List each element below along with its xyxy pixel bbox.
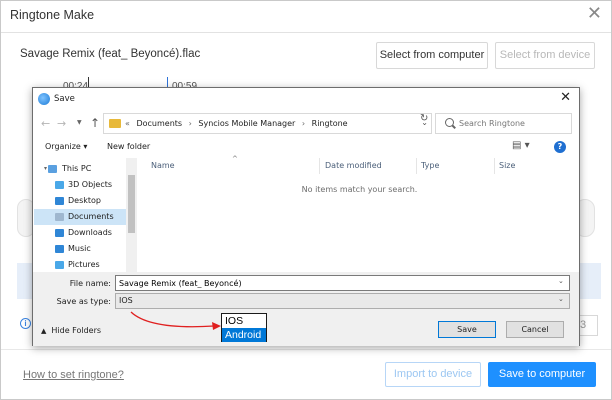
import-to-device-button[interactable]: Import to device xyxy=(385,362,481,387)
dialog-toolbar: Organize ▾ New folder ▤ ▾ ? xyxy=(33,138,579,158)
chevron-down-icon[interactable]: ▼ xyxy=(77,119,82,126)
breadcrumb-item-ringtone[interactable]: Ringtone xyxy=(312,119,348,128)
tree-item-3d-objects[interactable]: 3D Objects xyxy=(34,177,130,193)
dialog-titlebar: Save ✕ xyxy=(33,88,579,110)
close-icon[interactable]: ✕ xyxy=(587,3,602,24)
empty-message: No items match your search. xyxy=(301,185,418,194)
tree-item-label: Music xyxy=(68,244,91,253)
file-name-label: File name: xyxy=(69,279,111,288)
refresh-icon[interactable]: ↻ xyxy=(420,113,428,124)
column-divider[interactable] xyxy=(416,158,417,174)
search-icon xyxy=(445,118,454,127)
sort-indicator-icon: ^ xyxy=(232,155,238,163)
save-as-type-select[interactable]: IOS xyxy=(115,293,570,309)
how-to-set-ringtone-link[interactable]: How to set ringtone? xyxy=(23,369,124,381)
tree-item-label: Documents xyxy=(68,212,114,221)
save-dialog: Save ✕ ← → ▼ ↑ « Documents › Syncios Mob… xyxy=(32,87,580,346)
tree-item-label: This PC xyxy=(62,164,92,173)
forward-arrow-icon[interactable]: → xyxy=(57,117,66,130)
search-placeholder: Search Ringtone xyxy=(459,119,525,128)
tree-item-music[interactable]: Music xyxy=(34,241,130,257)
tree-item-label: 3D Objects xyxy=(68,180,113,189)
documents-icon xyxy=(55,213,64,221)
dialog-title: Save xyxy=(54,94,75,104)
chevron-down-icon[interactable]: ⌄ xyxy=(558,277,564,285)
view-options-icon[interactable]: ▤ ▾ xyxy=(512,140,530,151)
chevron-down-icon[interactable]: ▾ xyxy=(44,161,47,177)
column-header-size[interactable]: Size xyxy=(499,161,515,170)
navigation-bar: ← → ▼ ↑ « Documents › Syncios Mobile Man… xyxy=(33,110,579,138)
breadcrumb: « Documents › Syncios Mobile Manager › R… xyxy=(125,119,352,128)
info-icon[interactable]: i xyxy=(20,318,31,329)
column-header-date-modified[interactable]: Date modified xyxy=(325,161,382,170)
select-from-computer-button[interactable]: Select from computer xyxy=(376,42,488,69)
select-from-device-button[interactable]: Select from device xyxy=(495,42,595,69)
music-icon xyxy=(55,245,64,253)
search-input[interactable]: Search Ringtone xyxy=(435,113,572,134)
save-as-type-label: Save as type: xyxy=(56,297,111,306)
save-type-options-list: IOS Android xyxy=(221,313,267,342)
close-icon[interactable]: ✕ xyxy=(560,90,571,105)
column-divider[interactable] xyxy=(494,158,495,174)
column-divider[interactable] xyxy=(319,158,320,174)
tree-item-documents[interactable]: Documents xyxy=(34,209,130,225)
column-header-name[interactable]: Name xyxy=(151,161,175,170)
breadcrumb-overflow-icon[interactable]: « xyxy=(125,119,130,128)
chevron-up-icon: ▲ xyxy=(41,327,47,335)
file-list: ^ Name Date modified Type Size No items … xyxy=(139,155,580,272)
tree-item-this-pc[interactable]: ▾ This PC xyxy=(34,161,130,177)
save-button[interactable]: Save xyxy=(438,321,496,338)
type-option-android[interactable]: Android xyxy=(222,328,266,342)
navigation-tree: ▾ This PC 3D Objects Desktop Documents Downlo… xyxy=(34,158,138,272)
save-fields-panel: File name: ⌄ Save as type: IOS ⌄ xyxy=(33,272,579,312)
type-option-ios[interactable]: IOS xyxy=(222,314,266,328)
up-arrow-icon[interactable]: ↑ xyxy=(90,116,100,130)
tree-item-label: Desktop xyxy=(68,196,101,205)
tree-item-pictures[interactable]: Pictures xyxy=(34,257,130,272)
breadcrumb-separator-icon: › xyxy=(188,119,192,128)
back-arrow-icon[interactable]: ← xyxy=(41,117,50,130)
downloads-icon xyxy=(55,229,64,237)
pc-icon xyxy=(48,165,57,173)
folder-icon xyxy=(109,119,121,128)
new-folder-button[interactable]: New folder xyxy=(107,142,150,151)
file-name-field[interactable] xyxy=(115,275,570,291)
chevron-down-icon[interactable]: ⌄ xyxy=(558,295,564,303)
divider xyxy=(1,32,611,33)
tree-item-label: Pictures xyxy=(68,260,100,269)
organize-menu[interactable]: Organize ▾ xyxy=(45,142,87,151)
breadcrumb-item-documents[interactable]: Documents xyxy=(136,119,182,128)
3d-objects-icon xyxy=(55,181,64,189)
hide-folders-toggle[interactable]: ▲ Hide Folders xyxy=(41,326,101,335)
column-header-type[interactable]: Type xyxy=(421,161,439,170)
divider xyxy=(1,349,611,350)
window-title: Ringtone Make xyxy=(10,8,95,22)
dialog-footer: ▲ Hide Folders Save Cancel xyxy=(33,312,579,346)
tree-item-label: Downloads xyxy=(68,228,112,237)
help-icon[interactable]: ? xyxy=(554,141,566,153)
breadcrumb-item-syncios[interactable]: Syncios Mobile Manager xyxy=(198,119,295,128)
save-to-computer-button[interactable]: Save to computer xyxy=(488,362,596,387)
cancel-button[interactable]: Cancel xyxy=(506,321,564,338)
source-file-name: Savage Remix (feat_ Beyoncé).flac xyxy=(20,48,201,60)
address-bar[interactable]: « Documents › Syncios Mobile Manager › R… xyxy=(103,113,432,134)
hide-folders-label: Hide Folders xyxy=(51,326,102,335)
tree-scrollbar-thumb[interactable] xyxy=(128,175,135,233)
pictures-icon xyxy=(55,261,64,269)
tree-item-desktop[interactable]: Desktop xyxy=(34,193,130,209)
desktop-icon xyxy=(55,197,64,205)
tree-item-downloads[interactable]: Downloads xyxy=(34,225,130,241)
syncios-app-icon xyxy=(38,93,50,105)
breadcrumb-separator-icon: › xyxy=(301,119,306,128)
